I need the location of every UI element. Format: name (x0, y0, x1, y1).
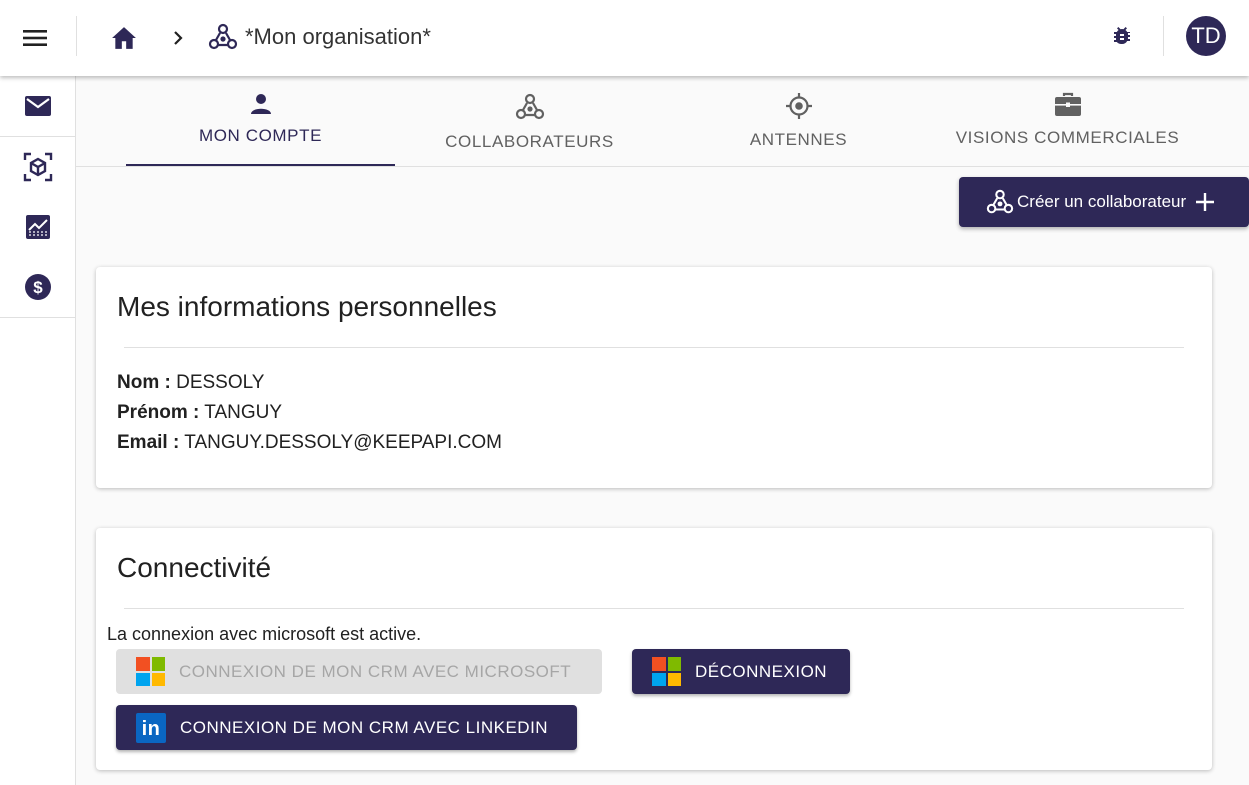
tab-active-indicator (126, 164, 395, 166)
disconnect-microsoft-button[interactable]: DÉCONNEXION (632, 649, 850, 694)
tab-visions-commerciales[interactable]: VISIONS COMMERCIALES (933, 76, 1202, 166)
cube-scan-icon (23, 152, 52, 182)
button-label: DÉCONNEXION (695, 661, 828, 681)
chart-icon (25, 215, 50, 239)
info-label: Nom : (117, 372, 171, 393)
microsoft-logo-icon (652, 657, 681, 686)
linkedin-logo-icon: in (136, 712, 166, 743)
create-collaborator-label: Créer un collaborateur (1017, 192, 1187, 211)
divider (1163, 16, 1164, 56)
target-icon (785, 93, 812, 119)
sidebar-item-analytics[interactable] (0, 197, 75, 257)
briefcase-icon (1054, 92, 1081, 116)
mail-icon (24, 96, 51, 116)
organisation-icon (208, 23, 238, 50)
card-title: Connectivité (117, 552, 272, 583)
dollar-icon: $ (24, 274, 51, 300)
connect-linkedin-button[interactable]: in CONNEXION DE MON CRM AVEC LINKEDIN (116, 705, 577, 750)
card-title: Mes informations personnelles (117, 291, 497, 322)
connectivity-card: Connectivité La connexion avec microsoft… (96, 528, 1212, 770)
collaborators-icon (515, 93, 544, 120)
personal-info-card: Mes informations personnelles Nom : DESS… (96, 267, 1212, 488)
person-icon (250, 94, 271, 114)
microsoft-logo-icon (136, 657, 165, 686)
info-email: Email : TANGUY.DESSOLY@KEEPAPI.COM (117, 432, 502, 454)
connect-microsoft-button[interactable]: CONNEXION DE MON CRM AVEC MICROSOFT (116, 649, 602, 694)
tab-label: ANTENNES (749, 130, 848, 149)
info-prenom: Prénom : TANGUY (117, 402, 282, 424)
home-button[interactable] (104, 18, 144, 58)
divider (124, 608, 1184, 609)
sidebar-item-mail[interactable] (0, 76, 75, 136)
info-value: TANGUY.DESSOLY@KEEPAPI.COM (184, 432, 502, 453)
tab-mon-compte[interactable]: MON COMPTE (126, 76, 395, 166)
button-label: CONNEXION DE MON CRM AVEC LINKEDIN (180, 717, 549, 737)
tab-label: COLLABORATEURS (445, 132, 614, 151)
plus-icon (1196, 193, 1215, 211)
hamburger-icon (23, 30, 47, 46)
info-label: Email : (117, 432, 180, 453)
collaborators-icon (986, 189, 1014, 214)
sidebar-item-products[interactable] (0, 137, 75, 197)
info-label: Prénom : (117, 402, 200, 423)
breadcrumb-current[interactable]: *Mon organisation* (207, 20, 431, 54)
info-value: DESSOLY (176, 372, 265, 393)
tab-label: MON COMPTE (198, 126, 323, 145)
info-nom: Nom : DESSOLY (117, 372, 264, 394)
home-icon (112, 27, 136, 49)
button-label: CONNEXION DE MON CRM AVEC MICROSOFT (179, 661, 572, 681)
info-value: TANGUY (204, 402, 283, 423)
sidebar: $ (0, 76, 76, 785)
tab-bar: MON COMPTE COLLABORATEURS ANTENNES VISIO… (76, 76, 1249, 167)
breadcrumb-label: *Mon organisation* (245, 24, 431, 49)
menu-button[interactable] (15, 18, 55, 58)
sidebar-item-billing[interactable]: $ (0, 257, 75, 317)
create-collaborator-button[interactable]: Créer un collaborateur (959, 177, 1249, 227)
top-app-bar: *Mon organisation* TD (0, 0, 1249, 76)
breadcrumb-separator (164, 24, 192, 52)
avatar[interactable]: TD (1186, 16, 1226, 56)
chevron-right-icon (174, 31, 183, 45)
bug-report-button[interactable] (1102, 16, 1142, 56)
sidebar-divider (0, 317, 75, 318)
tab-label: VISIONS COMMERCIALES (955, 128, 1180, 147)
divider (124, 347, 1184, 348)
connection-status: La connexion avec microsoft est active. (107, 624, 422, 644)
divider (76, 16, 77, 56)
svg-text:$: $ (33, 278, 43, 297)
tab-collaborateurs[interactable]: COLLABORATEURS (395, 76, 664, 166)
tab-antennes[interactable]: ANTENNES (664, 76, 933, 166)
bug-icon (1114, 27, 1130, 45)
